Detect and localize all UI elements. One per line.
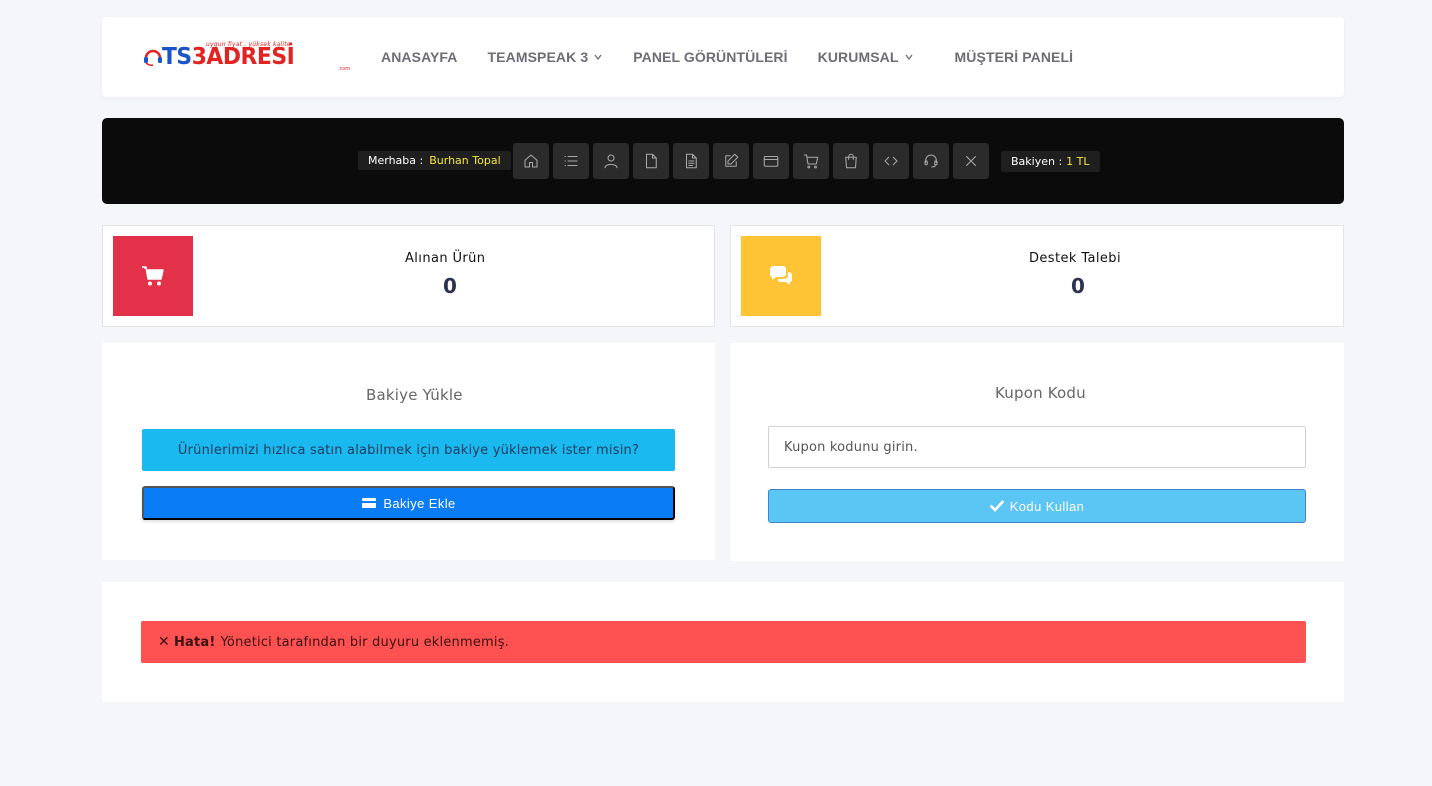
stat-card-support-tickets: Destek Talebi 0 [730,225,1344,327]
comments-icon [770,266,792,285]
balance-load-card: Bakiye Yükle Ürünlerimizi hızlıca satın … [102,343,715,560]
stat-card-purchased-products: Alınan Ürün 0 [102,225,715,327]
home-button[interactable] [513,143,549,179]
user-icon [604,154,618,169]
stat-value: 0 [443,274,457,298]
user-toolbar: Merhaba : Burhan Topal Bakiyen : 1 TL [102,118,1344,204]
credit-card-icon [362,498,377,508]
stat-icon-box [741,236,821,316]
balance-value: 1 TL [1066,155,1090,168]
user-name: Burhan Topal [429,154,501,167]
orders-button[interactable] [833,143,869,179]
chevron-down-icon [594,54,602,61]
stat-value: 0 [1071,274,1085,298]
cart-icon [142,266,164,286]
nav-item-kurumsal[interactable]: KURUMSAL [818,49,914,65]
coupon-code-input[interactable] [768,426,1306,468]
close-icon: ✕ [158,634,170,650]
coupon-card: Kupon Kodu Kodu Kullan [730,343,1344,561]
main-nav: ANASAYFA TEAMSPEAK 3 PANEL GÖRÜNTÜLERİ K… [381,17,1103,97]
apply-coupon-button[interactable]: Kodu Kullan [768,489,1306,523]
stat-label: Destek Talebi [1029,251,1121,266]
support-icon [924,154,938,168]
card-title: Kupon Kodu [995,384,1086,402]
edit-icon [725,153,739,167]
error-text: Yönetici tarafından bir duyuru eklenmemi… [220,634,510,650]
check-icon [989,500,1004,512]
cart-icon [803,154,819,169]
cart-button[interactable] [793,143,829,179]
code-icon [884,156,898,166]
announcement-card: ✕ Hata! Yönetici tarafından bir duyuru e… [102,582,1344,702]
payment-button[interactable] [753,143,789,179]
site-header: uygun fiyat , yüksek kalite TS3ADRESİ .c… [102,17,1344,97]
logo-domain-suffix: .com [338,66,351,72]
file-button[interactable] [633,143,669,179]
stat-label: Alınan Ürün [405,251,486,266]
balance-info-alert: Ürünlerimizi hızlıca satın alabilmek içi… [142,429,675,471]
profile-button[interactable] [593,143,629,179]
headset-icon [144,49,162,66]
document-button[interactable] [673,143,709,179]
shopping-bag-icon [845,153,857,169]
close-icon [965,155,977,167]
logout-button[interactable] [953,143,989,179]
chevron-down-icon [905,54,913,61]
home-icon [524,154,538,168]
error-alert: ✕ Hata! Yönetici tarafından bir duyuru e… [141,621,1306,663]
site-logo[interactable]: uygun fiyat , yüksek kalite TS3ADRESİ .c… [142,41,352,75]
balance-label: Bakiyen : [1011,155,1063,168]
file-icon [645,153,657,169]
nav-item-anasayfa[interactable]: ANASAYFA [381,49,458,65]
logo-wordmark: TS3ADRESİ [162,44,295,70]
nav-item-teamspeak[interactable]: TEAMSPEAK 3 [488,49,604,65]
list-button[interactable] [553,143,589,179]
support-button[interactable] [913,143,949,179]
add-balance-button[interactable]: Bakiye Ekle [142,486,675,520]
balance-badge: Bakiyen : 1 TL [1001,151,1100,172]
edit-button[interactable] [713,143,749,179]
credit-card-icon [763,155,779,167]
nav-item-panel-goruntuleri[interactable]: PANEL GÖRÜNTÜLERİ [633,49,787,65]
stat-icon-box [113,236,193,316]
greeting-badge: Merhaba : Burhan Topal [358,151,511,170]
greeting-label: Merhaba : [368,154,424,167]
code-button[interactable] [873,143,909,179]
list-icon [564,155,578,167]
nav-item-musteri-paneli[interactable]: MÜŞTERİ PANELİ [955,49,1074,65]
document-icon [685,153,697,169]
error-title: Hata! [173,634,216,650]
card-title: Bakiye Yükle [366,386,463,404]
